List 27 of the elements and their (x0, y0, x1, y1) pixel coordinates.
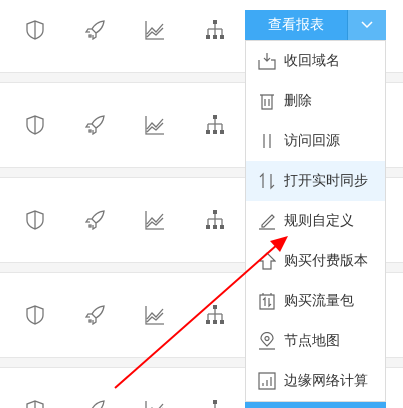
line-chart-icon[interactable] (145, 115, 165, 135)
swap-icon (258, 172, 276, 190)
line-chart-icon[interactable] (145, 305, 165, 325)
chevron-down-icon (361, 21, 373, 29)
shield-icon[interactable] (26, 305, 44, 325)
hierarchy-icon[interactable] (205, 210, 225, 230)
rocket-icon[interactable] (85, 20, 105, 40)
dropdown-toggle-button[interactable] (348, 10, 386, 40)
line-chart-icon[interactable] (145, 210, 165, 230)
bar-chart-icon (258, 372, 276, 390)
house-arrow-icon (258, 252, 276, 270)
trash-icon (258, 92, 276, 110)
rocket-icon[interactable] (85, 210, 105, 230)
line-chart-icon[interactable] (145, 20, 165, 40)
shield-icon[interactable] (26, 20, 44, 40)
package-icon (258, 292, 276, 310)
pencil-icon (258, 212, 276, 230)
shield-icon[interactable] (26, 210, 44, 230)
menu-item[interactable]: 打开实时同步 (246, 161, 385, 201)
rocket-icon[interactable] (85, 305, 105, 325)
shield-icon[interactable] (26, 115, 44, 135)
hierarchy-icon[interactable] (205, 115, 225, 135)
return-icon (258, 52, 276, 70)
rocket-icon[interactable] (85, 115, 105, 135)
location-pin-icon (258, 332, 276, 350)
hierarchy-icon[interactable] (205, 305, 225, 325)
hierarchy-icon[interactable] (205, 20, 225, 40)
